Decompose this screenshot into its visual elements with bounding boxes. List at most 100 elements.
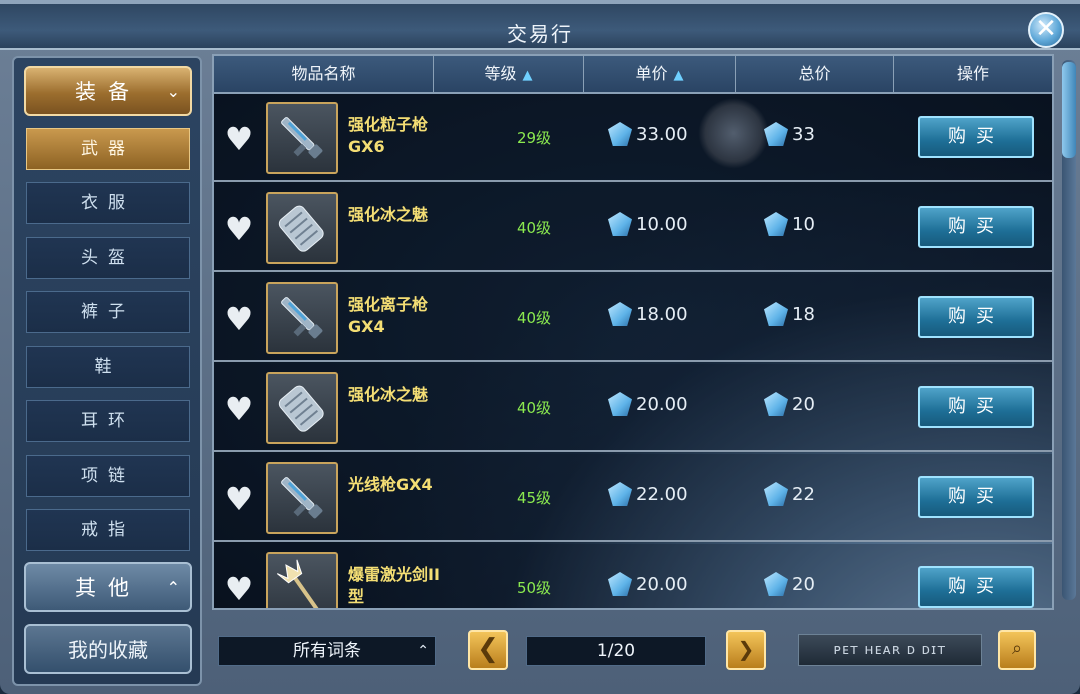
header-unit-price[interactable]: 单价 ▲	[584, 56, 736, 92]
item-slot[interactable]	[266, 282, 338, 354]
my-favorites-button[interactable]: 我的收藏	[24, 624, 192, 674]
search-input[interactable]: ᴘᴇᴛ ʜᴇᴀʀ ᴅ ᴅɪᴛ	[798, 634, 982, 666]
table-row: ♥ 强化离子枪GX4 40级 18.00 18 购买	[214, 274, 1052, 362]
footer-bar: 所有词条 ⌃ ❮ 1/20 ❯ ᴘᴇᴛ ʜᴇᴀʀ ᴅ ᴅɪᴛ ⌕	[212, 612, 1054, 688]
item-name: 强化粒子枪GX6	[348, 115, 429, 156]
gem-icon	[764, 482, 788, 506]
item-level: 45级	[516, 489, 552, 507]
category-equip-label: 装备	[75, 80, 141, 104]
category-sidebar: 装备 ⌄ 武器 衣服 头盔 裤子 鞋 耳环 项链 戒指 其他 ⌃ 我的收藏	[12, 56, 202, 686]
chevron-up-icon: ⌃	[166, 578, 180, 597]
table-row: ♥ 强化粒子枪GX6 29级 33.00 33 购买	[214, 94, 1052, 182]
item-level: 40级	[516, 399, 552, 417]
item-slot[interactable]	[266, 372, 338, 444]
header-unit-price-label: 单价	[635, 64, 668, 83]
header-action: 操作	[894, 56, 1052, 92]
item-level: 40级	[516, 309, 552, 327]
category-other-label: 其他	[75, 576, 141, 600]
buy-button[interactable]: 购买	[918, 116, 1034, 158]
unit-price: 18.00	[636, 304, 688, 325]
buy-button[interactable]: 购买	[918, 296, 1034, 338]
total-price: 18	[792, 304, 815, 325]
chevron-down-icon: ⌄	[166, 82, 180, 101]
header-name[interactable]: 物品名称	[214, 56, 434, 92]
item-level: 50级	[516, 579, 552, 597]
gauntlet-icon	[278, 385, 324, 432]
gem-icon	[608, 302, 632, 326]
total-price: 10	[792, 214, 815, 235]
item-slot[interactable]	[266, 192, 338, 264]
total-price: 20	[792, 574, 815, 595]
table-row: ♥ 光线枪GX4 45级 22.00 22 购买	[214, 454, 1052, 542]
gem-icon	[764, 302, 788, 326]
next-page-icon: ❯	[737, 637, 755, 661]
item-name: 光线枪GX4	[348, 475, 433, 494]
window-title: 交易行	[507, 22, 573, 46]
item-name: 强化离子枪GX4	[348, 295, 429, 336]
favorite-heart-icon[interactable]: ♥	[222, 483, 256, 515]
prev-page-button[interactable]: ❮	[468, 630, 508, 670]
sidebar-item-necklace[interactable]: 项链	[26, 455, 190, 497]
header-level-label: 等级	[484, 64, 517, 83]
buy-button[interactable]: 购买	[918, 386, 1034, 428]
header-action-label: 操作	[956, 64, 989, 83]
unit-price: 22.00	[636, 484, 688, 505]
item-level: 29级	[516, 129, 552, 147]
trade-window: 交易行 ✕ 装备 ⌄ 武器 衣服 头盔 裤子 鞋 耳环 项链 戒指 其他 ⌃ 我…	[0, 0, 1080, 694]
gem-icon	[764, 122, 788, 146]
total-price: 20	[792, 394, 815, 415]
favorite-heart-icon[interactable]: ♥	[222, 393, 256, 425]
header-total-price-label: 总价	[798, 64, 831, 83]
item-name: 爆雷激光剑II型	[348, 565, 440, 606]
header-total-price[interactable]: 总价	[736, 56, 894, 92]
unit-price: 33.00	[636, 124, 688, 145]
page-indicator: 1/20	[526, 636, 706, 666]
sidebar-item-clothes[interactable]: 衣服	[26, 182, 190, 224]
sidebar-item-ring[interactable]: 戒指	[26, 509, 190, 551]
gem-icon	[608, 392, 632, 416]
item-slot[interactable]	[266, 462, 338, 534]
category-other-button[interactable]: 其他 ⌃	[24, 562, 192, 612]
gem-icon	[764, 212, 788, 236]
gem-icon	[764, 392, 788, 416]
sidebar-item-shoes[interactable]: 鞋	[26, 346, 190, 388]
gem-icon	[608, 572, 632, 596]
item-level: 40级	[516, 219, 552, 237]
item-slot[interactable]	[266, 552, 338, 608]
header-name-label: 物品名称	[291, 64, 356, 83]
favorite-heart-icon[interactable]: ♥	[222, 213, 256, 245]
favorite-heart-icon[interactable]: ♥	[222, 303, 256, 335]
next-page-button[interactable]: ❯	[726, 630, 766, 670]
close-button[interactable]: ✕	[1028, 12, 1064, 48]
favorite-heart-icon[interactable]: ♥	[222, 573, 256, 605]
total-price: 22	[792, 484, 815, 505]
sort-up-icon: ▲	[673, 68, 684, 83]
favorite-heart-icon[interactable]: ♥	[222, 123, 256, 155]
item-name: 强化冰之魅	[348, 205, 429, 224]
unit-price: 10.00	[636, 214, 688, 235]
unit-price: 20.00	[636, 394, 688, 415]
title-bar: 交易行 ✕	[0, 0, 1080, 50]
item-slot[interactable]	[266, 102, 338, 174]
table-header: 物品名称 等级 ▲ 单价 ▲ 总价 操作	[214, 56, 1052, 94]
gem-icon	[608, 482, 632, 506]
sidebar-item-weapon[interactable]: 武器	[26, 128, 190, 170]
buy-button[interactable]: 购买	[918, 206, 1034, 248]
filter-dropdown[interactable]: 所有词条 ⌃	[218, 636, 436, 666]
buy-button[interactable]: 购买	[918, 566, 1034, 608]
category-equip-button[interactable]: 装备 ⌄	[24, 66, 192, 116]
table-row: ♥ 爆雷激光剑II型 50级 20.00 20 购买	[214, 544, 1052, 608]
filter-value: 所有词条	[293, 641, 361, 661]
sidebar-item-helmet[interactable]: 头盔	[26, 237, 190, 279]
sort-up-icon: ▲	[522, 68, 533, 83]
scrollbar-thumb[interactable]	[1062, 62, 1076, 158]
table-row: ♥ 强化冰之魅 40级 20.00 20 购买	[214, 364, 1052, 452]
trident-icon	[276, 559, 320, 608]
header-level[interactable]: 等级 ▲	[434, 56, 584, 92]
sidebar-item-pants[interactable]: 裤子	[26, 291, 190, 333]
buy-button[interactable]: 购买	[918, 476, 1034, 518]
search-button[interactable]: ⌕	[998, 630, 1036, 670]
sidebar-item-earring[interactable]: 耳环	[26, 400, 190, 442]
table-row: ♥ 强化冰之魅 40级 10.00 10 购买	[214, 184, 1052, 272]
gauntlet-icon	[278, 205, 324, 252]
